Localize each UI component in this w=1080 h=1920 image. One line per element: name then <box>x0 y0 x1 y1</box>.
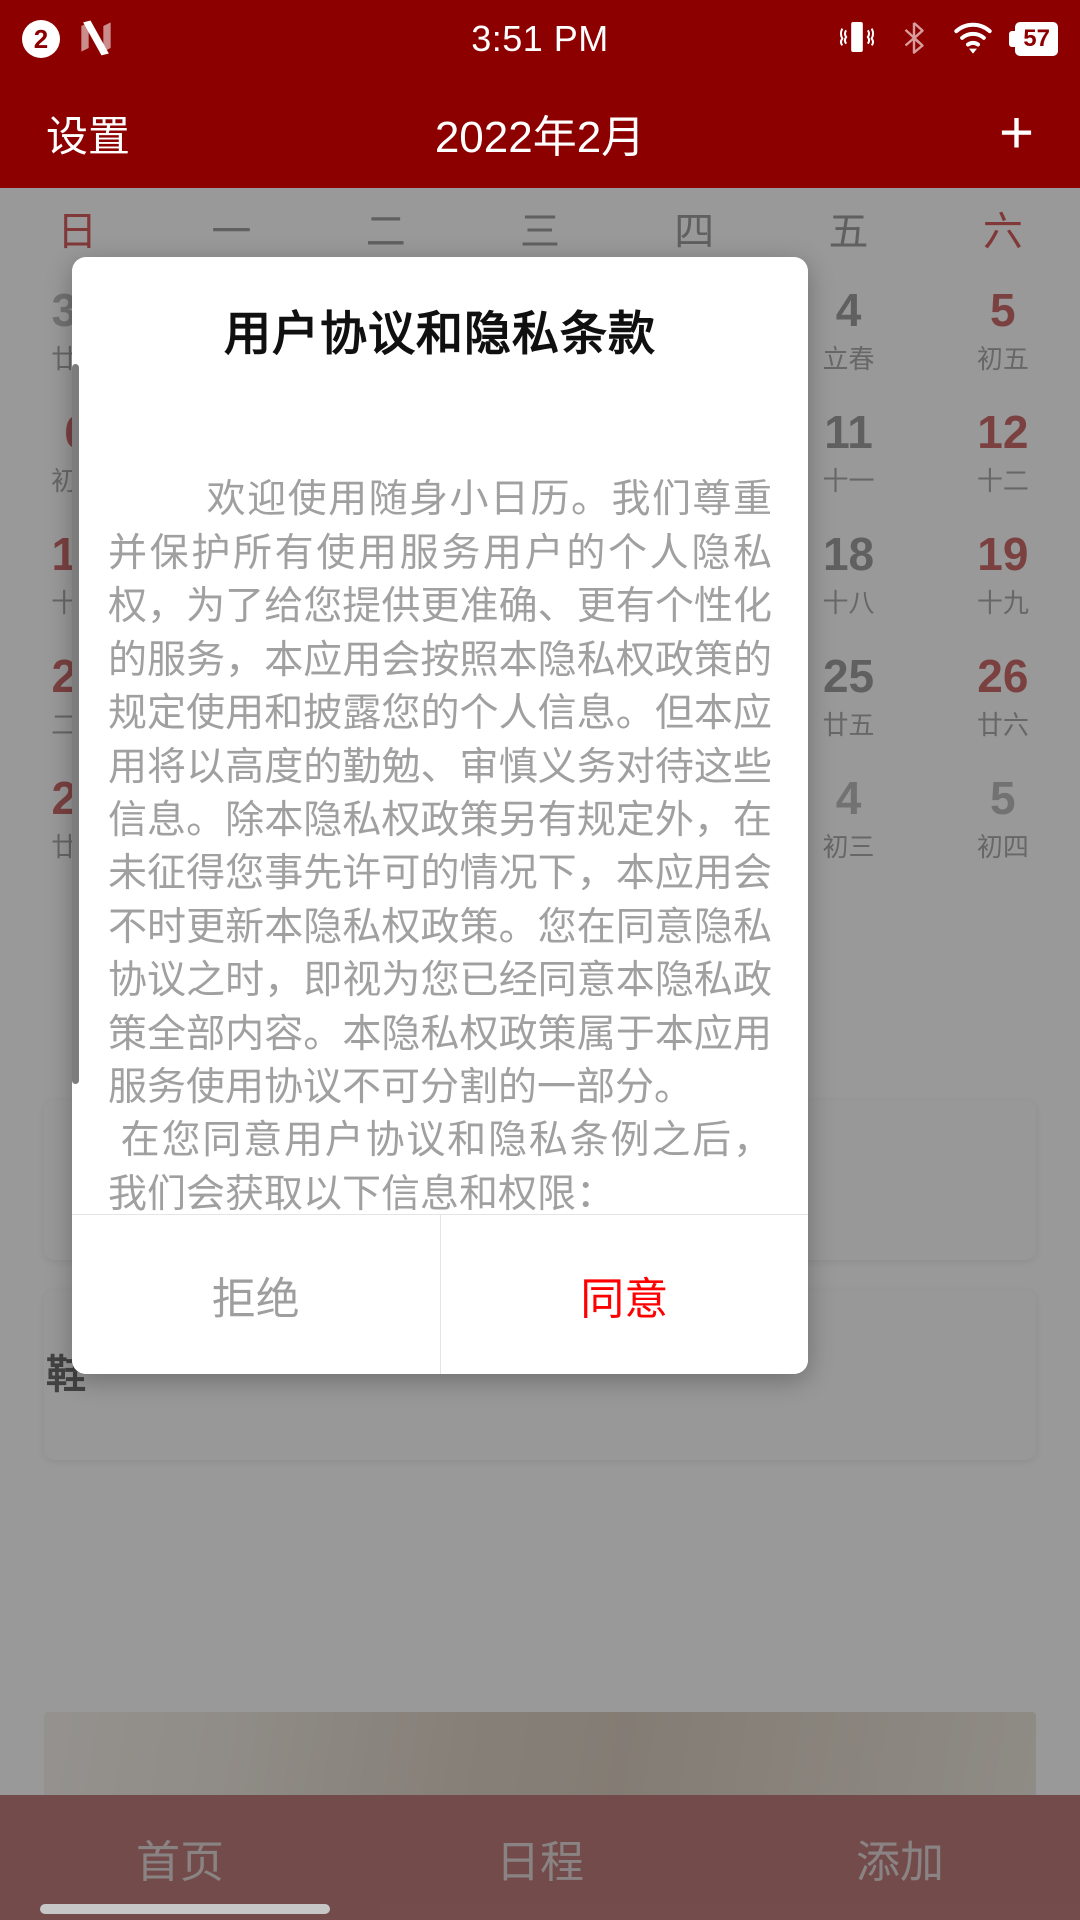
dialog-body-text: 欢迎使用随身小日历。我们尊重并保护所有使用服务用户的个人隐私权，为了给您提供更准… <box>72 364 808 1214</box>
notification-count-icon: 2 <box>22 20 60 58</box>
phone-screen: 日一二三四五六 30廿八31廿九1初一2初二3初三4立春5初五6初六7初七8初八… <box>0 0 1080 1920</box>
settings-button[interactable]: 设置 <box>46 103 130 164</box>
vibrate-icon <box>837 17 877 62</box>
app-bar: 设置 2022年2月 + <box>0 78 1080 188</box>
dialog-body-scroll-area[interactable]: 欢迎使用随身小日历。我们尊重并保护所有使用服务用户的个人隐私权，为了给您提供更准… <box>72 364 808 1214</box>
dialog-title: 用户协议和隐私条款 <box>224 307 656 360</box>
dialog-scrollbar[interactable] <box>72 364 79 1214</box>
wifi-icon <box>951 17 995 62</box>
bluetooth-icon <box>897 17 931 62</box>
decline-button[interactable]: 拒绝 <box>72 1215 440 1374</box>
dialog-scrollbar-thumb[interactable] <box>72 364 79 1084</box>
privacy-policy-dialog: 用户协议和隐私条款 欢迎使用随身小日历。我们尊重并保护所有使用服务用户的个人隐私… <box>72 257 808 1374</box>
month-title: 2022年2月 <box>434 113 646 162</box>
dialog-action-row: 拒绝 同意 <box>72 1214 808 1374</box>
status-bar: 2 3:51 PM 57 <box>0 0 1080 78</box>
android-n-icon <box>74 15 118 64</box>
status-bar-left: 2 <box>22 15 118 64</box>
dialog-body-paragraph: 欢迎使用随身小日历。我们尊重并保护所有使用服务用户的个人隐私权，为了给您提供更准… <box>108 478 772 1214</box>
status-bar-right: 57 <box>837 17 1058 62</box>
add-event-button[interactable]: + <box>999 103 1034 163</box>
battery-icon: 57 <box>1009 22 1058 56</box>
home-indicator <box>40 1904 330 1914</box>
accept-button[interactable]: 同意 <box>440 1215 808 1374</box>
